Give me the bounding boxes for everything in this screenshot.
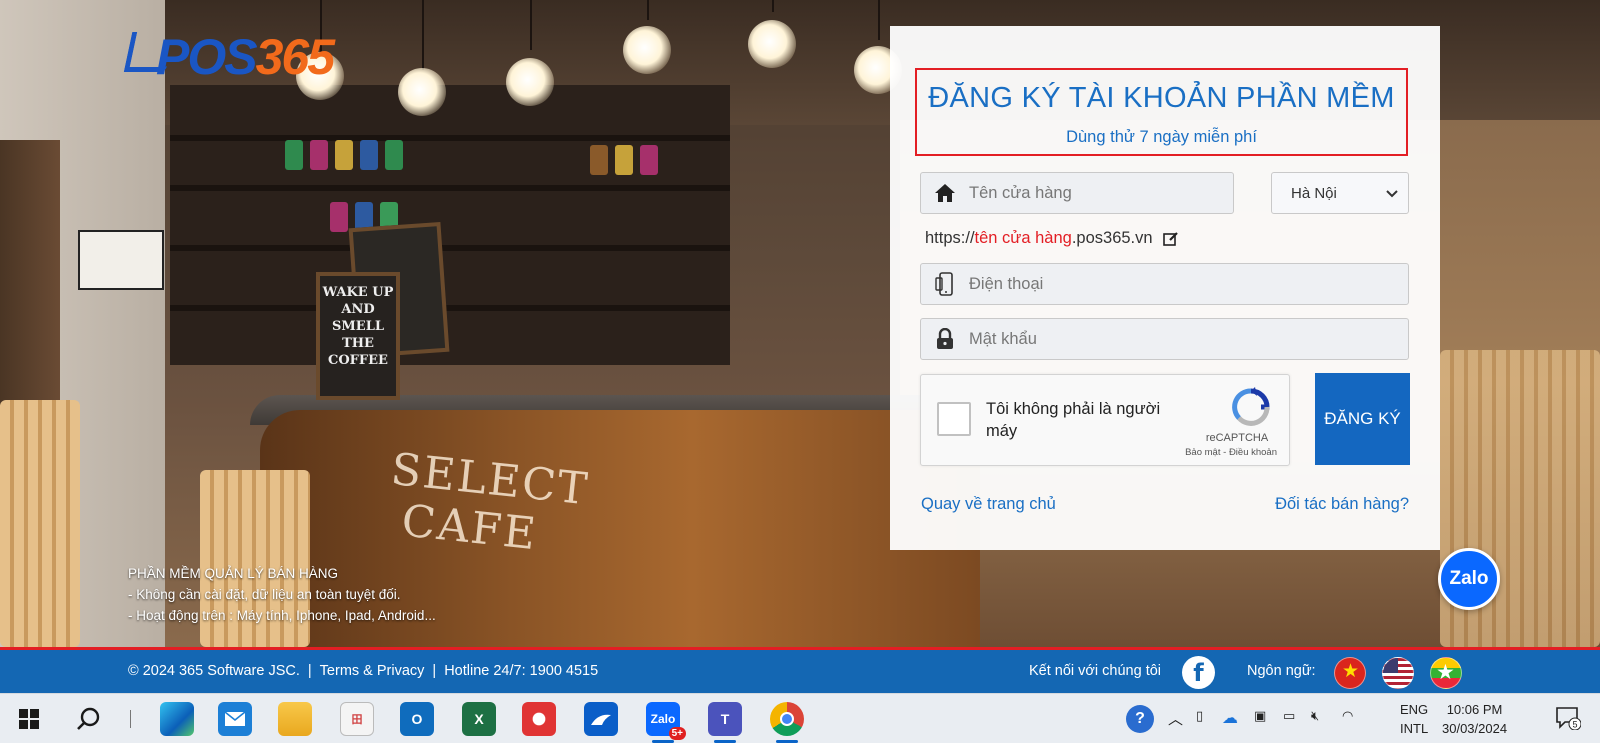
partner-link[interactable]: Đối tác bán hàng? — [1275, 495, 1409, 514]
zalo-chat-button[interactable]: Zalo — [1438, 548, 1500, 610]
battery-icon[interactable]: ▭ — [1283, 708, 1295, 724]
taskbar-separator — [130, 710, 131, 728]
app-grid-icon[interactable]: 田 — [340, 702, 374, 736]
search-icon[interactable] — [72, 702, 106, 736]
city-select-value: Hà Nội — [1291, 184, 1337, 202]
promo-line-3: - Hoạt động trên : Máy tính, Iphone, Ipa… — [128, 608, 436, 623]
city-select[interactable]: Hà Nội — [1271, 172, 1409, 214]
connect-label: Kết nối với chúng tôi — [1029, 663, 1162, 679]
back-home-link[interactable]: Quay về trang chủ — [921, 495, 1056, 514]
mail-icon[interactable] — [218, 702, 252, 736]
register-header: ĐĂNG KÝ TÀI KHOẢN PHẦN MỀM Dùng thử 7 ng… — [915, 68, 1408, 156]
recaptcha-privacy-link[interactable]: Bảo mật — [1185, 447, 1220, 458]
recaptcha-separator: - — [1220, 447, 1229, 458]
url-suffix: .pos365.vn — [1071, 229, 1153, 247]
recaptcha-terms-link[interactable]: Điều khoản — [1229, 447, 1277, 458]
url-prefix: https:// — [925, 229, 975, 247]
zalo-badge: 5+ — [668, 727, 686, 740]
password-field[interactable] — [920, 318, 1409, 360]
chalkboard-sign: WAKE UP AND SMELL THE COFFEE — [316, 272, 400, 400]
windows-start-icon[interactable] — [12, 702, 46, 736]
chevron-up-icon[interactable]: ︿ — [1168, 708, 1183, 729]
language-indicator[interactable]: ENG INTL — [1400, 700, 1428, 738]
store-url: https://tên cửa hàng .pos365.vn — [925, 229, 1179, 248]
hotline: Hotline 24/7: 1900 4515 — [444, 663, 599, 679]
register-panel: ĐĂNG KÝ TÀI KHOẢN PHẦN MỀM Dùng thử 7 ng… — [890, 26, 1440, 550]
device-icon[interactable]: ▯ — [1196, 708, 1203, 724]
volume-mute-icon[interactable]: 🔇︎ — [1311, 708, 1319, 724]
register-button[interactable]: ĐĂNG KÝ — [1315, 373, 1410, 465]
chrome-red-icon[interactable] — [522, 702, 556, 736]
recaptcha-label: Tôi không phải là người máy — [986, 400, 1161, 440]
coffee-break-sign — [78, 230, 164, 290]
recaptcha-widget: Tôi không phải là người máy reCAPTCHA Bả… — [920, 374, 1290, 466]
footer-separator: | — [432, 663, 437, 679]
vietnam-flag-icon[interactable] — [1334, 657, 1366, 689]
chevron-down-icon — [1386, 190, 1398, 198]
myanmar-flag-icon[interactable] — [1430, 657, 1462, 689]
excel-icon[interactable]: X — [462, 702, 496, 736]
register-subtitle: Dùng thử 7 ngày miễn phí — [1066, 128, 1257, 146]
store-name-field[interactable] — [920, 172, 1234, 214]
wifi-icon[interactable]: ◠ — [1342, 708, 1353, 724]
phone-field[interactable] — [920, 263, 1409, 305]
copyright: © 2024 365 Software JSC. — [128, 663, 300, 679]
language-label: Ngôn ngữ: — [1247, 663, 1316, 679]
clock-time: 10:06 PM — [1446, 702, 1503, 717]
teams-icon[interactable]: T — [708, 702, 742, 743]
edge-icon[interactable] — [160, 702, 194, 736]
usa-flag-icon[interactable] — [1382, 657, 1414, 689]
store-name-input[interactable] — [969, 173, 1233, 213]
site-footer: © 2024 365 Software JSC. | Terms & Priva… — [0, 647, 1600, 693]
recaptcha-icon — [1232, 387, 1270, 426]
home-icon — [921, 173, 969, 213]
notification-count: 5 — [1572, 720, 1577, 730]
file-explorer-icon[interactable] — [278, 702, 312, 736]
password-input[interactable] — [969, 319, 1408, 359]
edit-icon[interactable] — [1162, 231, 1179, 247]
lock-icon — [921, 319, 969, 359]
recaptcha-terms: Bảo mật - Điều khoản — [1167, 447, 1277, 458]
recaptcha-checkbox[interactable] — [937, 402, 971, 436]
system-clock[interactable]: 10:06 PM 30/03/2024 — [1442, 700, 1507, 738]
onedrive-icon[interactable]: ☁ — [1222, 708, 1238, 728]
pos365-logo[interactable]: POS365 — [123, 28, 378, 88]
select-cafe-sign: SELECT CAFE — [383, 443, 592, 561]
outlook-icon[interactable]: O — [400, 702, 434, 736]
shelves — [170, 85, 730, 365]
help-icon[interactable]: ? — [1126, 705, 1154, 733]
zalo-taskbar-icon[interactable]: Zalo 5+ — [646, 702, 686, 743]
url-store-name: tên cửa hàng — [974, 229, 1072, 247]
terms-link[interactable]: Terms & Privacy — [320, 663, 425, 679]
chrome-icon[interactable] — [770, 702, 804, 743]
language-code: ENG — [1400, 702, 1429, 717]
clock-date: 30/03/2024 — [1442, 721, 1508, 736]
promo-line-1: PHẦN MỀM QUẢN LÝ BÁN HÀNG — [128, 566, 339, 581]
logo-text-365: 365 — [255, 29, 335, 85]
app-tray-icon[interactable]: ▣ — [1254, 708, 1266, 724]
windows-taskbar: 田 O X Zalo 5+ T ? ︿ ▯ ☁ ▣ ▭ 🔇︎ ◠ ENG INT… — [0, 693, 1600, 743]
footer-separator: | — [307, 663, 312, 679]
keyboard-layout: INTL — [1400, 721, 1429, 736]
register-title: ĐĂNG KÝ TÀI KHOẢN PHẦN MỀM — [928, 82, 1395, 114]
recaptcha-brand: reCAPTCHA — [1205, 432, 1269, 444]
promo-text: PHẦN MỀM QUẢN LÝ BÁN HÀNG - Không cần cà… — [128, 563, 436, 626]
facebook-icon[interactable]: f — [1182, 656, 1215, 689]
notification-icon[interactable]: 5 — [1555, 706, 1581, 730]
bird-app-icon[interactable] — [584, 702, 618, 736]
promo-line-2: - Không cần cài đặt, dữ liệu an toàn tuy… — [128, 587, 401, 602]
logo-text-pos: POS — [156, 29, 258, 85]
phone-icon — [921, 264, 969, 304]
phone-input[interactable] — [969, 264, 1408, 304]
chair — [0, 400, 80, 647]
